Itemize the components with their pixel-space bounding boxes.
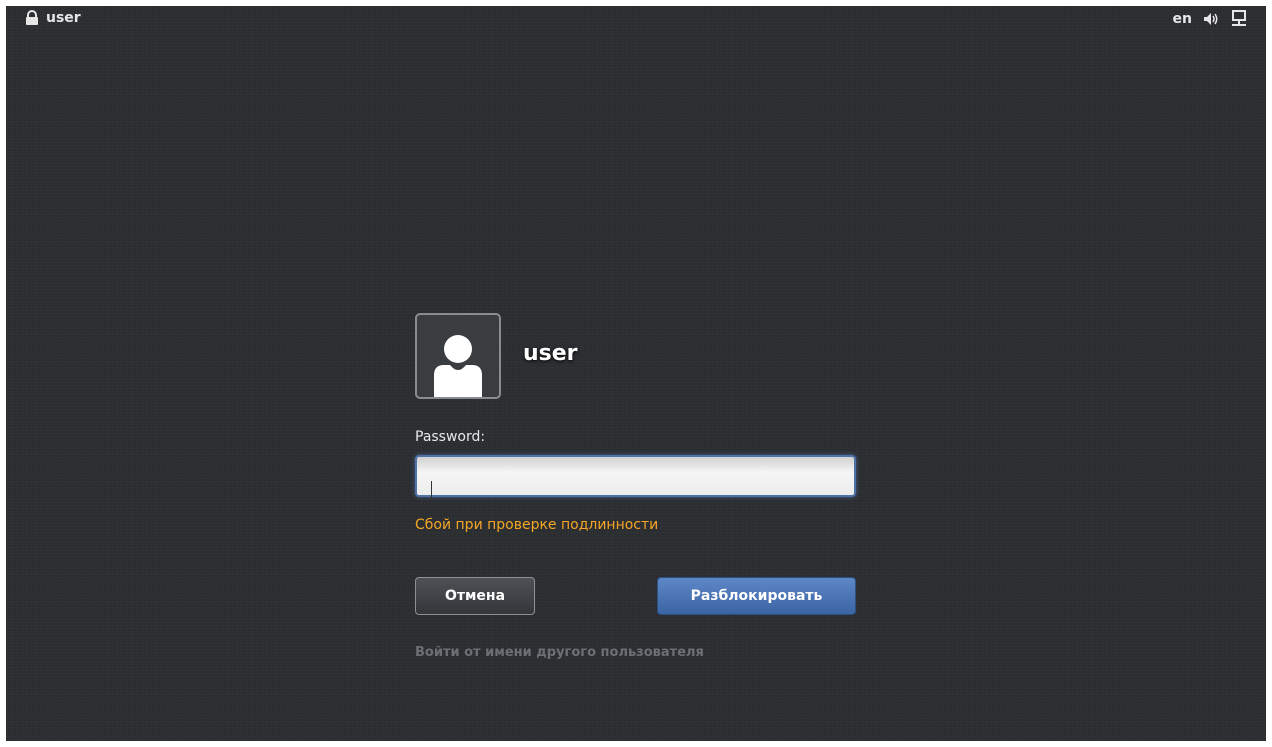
login-as-other-user-link[interactable]: Войти от имени другого пользователя [415,645,856,660]
user-row: user [415,311,856,401]
cancel-button[interactable]: Отмена [415,577,535,615]
lock-icon [24,10,40,26]
auth-error-message: Сбой при проверке подлинности [415,517,659,533]
top-bar-user-area[interactable]: user [24,10,81,26]
network-icon[interactable] [1230,10,1248,28]
keyboard-layout-indicator[interactable]: en [1173,11,1192,27]
volume-icon[interactable] [1202,10,1220,28]
system-tray: en [1173,10,1248,28]
lock-screen: user en user Password: Сбой при проверке… [6,6,1266,741]
top-bar-user-name: user [46,10,81,26]
user-avatar-icon [415,313,501,399]
password-input[interactable] [415,455,856,497]
password-label: Password: [415,429,486,445]
user-name: user [523,340,578,366]
top-bar: user en [6,6,1266,32]
text-caret [431,481,432,503]
button-row: Отмена Разблокировать [415,577,856,615]
unlock-button[interactable]: Разблокировать [657,577,856,615]
unlock-dialog: user Password: Сбой при проверке подлинн… [415,311,856,660]
